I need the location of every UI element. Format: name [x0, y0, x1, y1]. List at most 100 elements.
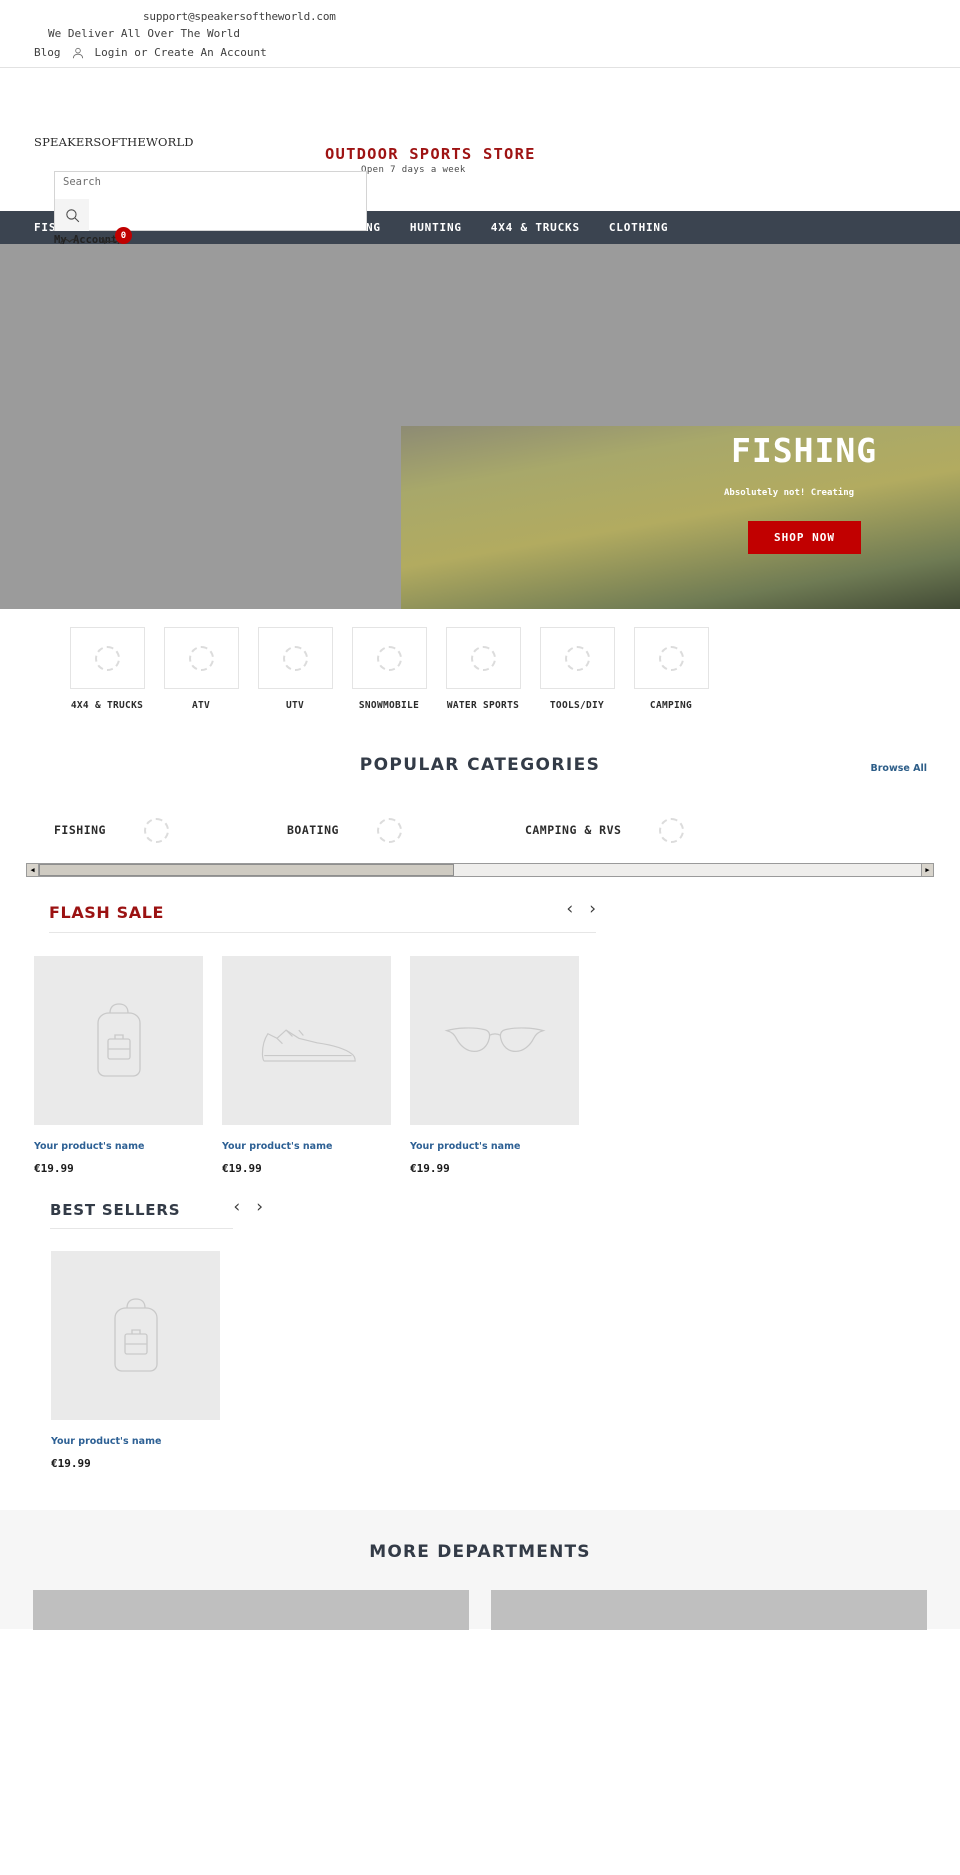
product-price: €19.99 [410, 1162, 450, 1176]
site-header: SPEAKERSOFTHEWORLD OUTDOOR SPORTS STORE … [0, 68, 960, 257]
backpack-icon [99, 1294, 173, 1378]
support-email: support@speakersoftheworld.com [143, 10, 336, 23]
more-departments-title: MORE DEPARTMENTS [369, 1542, 591, 1563]
store-title: OUTDOOR SPORTS STORE [325, 145, 536, 164]
category-tile-label: ATV [191, 700, 211, 712]
popular-category-label: CAMPING & RVS [524, 823, 622, 838]
category-tile-tools-diy[interactable]: TOOLS/DIY [530, 627, 624, 711]
search-placeholder: Search [63, 176, 101, 189]
category-tile-atv[interactable]: ATV [154, 627, 248, 711]
product-image [51, 1251, 220, 1421]
department-card[interactable] [33, 1590, 469, 1631]
category-tile-label: CAMPING [649, 700, 693, 712]
popular-categories-title: POPULAR CATEGORIES [359, 755, 601, 776]
category-tile-label: SNOWMOBILE [358, 700, 420, 712]
top-utility-bar: support@speakersoftheworld.com We Delive… [0, 0, 960, 69]
popular-category-fishing[interactable]: FISHING [54, 817, 169, 843]
category-tile-label: UTV [285, 700, 305, 712]
category-tile-image [69, 627, 145, 690]
best-sellers-title: BEST SELLERS [50, 1201, 181, 1220]
shoe-icon [257, 1011, 357, 1071]
search-icon [64, 207, 81, 224]
cart-count-badge: 0 [115, 227, 132, 245]
nav-item-clothing[interactable]: CLOTHING [609, 221, 668, 234]
popular-categories-carousel: FISHING BOATING CAMPING & RVS [0, 799, 960, 861]
product-name[interactable]: Your product's name [410, 1141, 579, 1152]
hero-shop-now-button[interactable]: SHOP NOW [748, 521, 861, 555]
brand-name[interactable]: SPEAKERSOFTHEWORLD [34, 135, 194, 149]
category-tile-camping[interactable]: CAMPING [624, 627, 718, 711]
product-price: €19.99 [34, 1162, 74, 1176]
delivery-notice: We Deliver All Over The World [48, 27, 241, 41]
best-sellers-product-grid: Your product's name €19.99 [51, 1251, 927, 1470]
blog-link[interactable]: Blog [34, 44, 61, 61]
loading-spinner-icon [188, 645, 214, 671]
loading-spinner-icon [94, 645, 120, 671]
category-tile-label: WATER SPORTS [446, 700, 520, 712]
popular-category-label: BOATING [286, 823, 339, 838]
flash-sale-product-grid: Your product's name €19.99 Your product'… [34, 956, 927, 1175]
best-sellers-arrows: ‹ › [233, 1199, 263, 1216]
hero-subtext: Absolutely not! Creating [724, 488, 855, 499]
scrollbar-track[interactable] [39, 864, 921, 877]
top-links: Blog Login or Create An Account [0, 44, 960, 61]
search-button[interactable] [55, 199, 89, 232]
best-sellers-section: BEST SELLERS ‹ › Your product's name €19… [0, 1199, 960, 1470]
loading-spinner-icon [376, 645, 402, 671]
loading-spinner-icon [376, 817, 402, 843]
loading-spinner-icon [659, 817, 685, 843]
loading-spinner-icon [658, 645, 684, 671]
flash-sale-header: FLASH SALE ‹ › [49, 901, 596, 934]
browse-all-link[interactable]: Browse All [871, 763, 928, 774]
category-tile-image [257, 627, 333, 690]
nav-item-hunting[interactable]: HUNTING [410, 221, 462, 234]
category-tile-image [351, 627, 427, 690]
category-tile-utv[interactable]: UTV [248, 627, 342, 711]
flash-sale-prev-button[interactable]: ‹ [566, 901, 573, 918]
product-name[interactable]: Your product's name [34, 1141, 203, 1152]
scroll-right-arrow-icon[interactable]: ▶ [921, 864, 933, 877]
popular-category-boating[interactable]: BOATING [286, 817, 402, 843]
category-tile-water-sports[interactable]: WATER SPORTS [436, 627, 530, 711]
loading-spinner-icon [470, 645, 496, 671]
product-name[interactable]: Your product's name [51, 1436, 220, 1447]
popular-category-label: FISHING [54, 823, 106, 838]
product-image [222, 956, 391, 1126]
scroll-left-arrow-icon[interactable]: ◀ [27, 864, 39, 877]
hero-banner: FISHING Absolutely not! Creating SHOP NO… [0, 244, 960, 610]
product-image [410, 956, 579, 1126]
flash-sale-next-button[interactable]: › [589, 901, 596, 918]
category-tile-label: 4X4 & TRUCKS [70, 700, 144, 712]
store-subtitle: Open 7 days a week [361, 165, 466, 176]
product-image [34, 956, 203, 1126]
flash-sale-title: FLASH SALE [49, 903, 165, 923]
search-box[interactable]: Search [54, 171, 367, 232]
more-departments-section: MORE DEPARTMENTS [0, 1510, 960, 1631]
loading-spinner-icon [143, 817, 169, 843]
popular-category-camping-rvs[interactable]: CAMPING & RVS [524, 817, 685, 843]
login-create-account-link[interactable]: Login or Create An Account [95, 44, 267, 61]
product-card[interactable]: Your product's name €19.99 [222, 956, 391, 1175]
loading-spinner-icon [564, 645, 590, 671]
product-card[interactable]: Your product's name €19.99 [51, 1251, 220, 1470]
product-price: €19.99 [222, 1162, 262, 1176]
department-card[interactable] [491, 1590, 927, 1631]
best-sellers-next-button[interactable]: › [256, 1199, 263, 1216]
product-card[interactable]: Your product's name €19.99 [34, 956, 203, 1175]
hero-image-panel: FISHING Absolutely not! Creating SHOP NO… [401, 426, 960, 610]
category-tile-snowmobile[interactable]: SNOWMOBILE [342, 627, 436, 711]
horizontal-scrollbar[interactable]: ◀ ▶ [26, 863, 934, 878]
product-name[interactable]: Your product's name [222, 1141, 391, 1152]
category-tile-4x4-trucks[interactable]: 4X4 & TRUCKS [60, 627, 154, 711]
product-card[interactable]: Your product's name €19.99 [410, 956, 579, 1175]
product-price: €19.99 [51, 1457, 91, 1471]
more-departments-row [0, 1562, 960, 1631]
user-icon [71, 46, 85, 60]
category-tile-image [445, 627, 521, 690]
loading-spinner-icon [282, 645, 308, 671]
best-sellers-prev-button[interactable]: ‹ [233, 1199, 240, 1216]
nav-item-4x4-trucks[interactable]: 4X4 & TRUCKS [491, 221, 580, 234]
category-tile-image [539, 627, 615, 690]
hero-heading: FISHING [731, 431, 878, 471]
scrollbar-thumb[interactable] [39, 864, 454, 877]
